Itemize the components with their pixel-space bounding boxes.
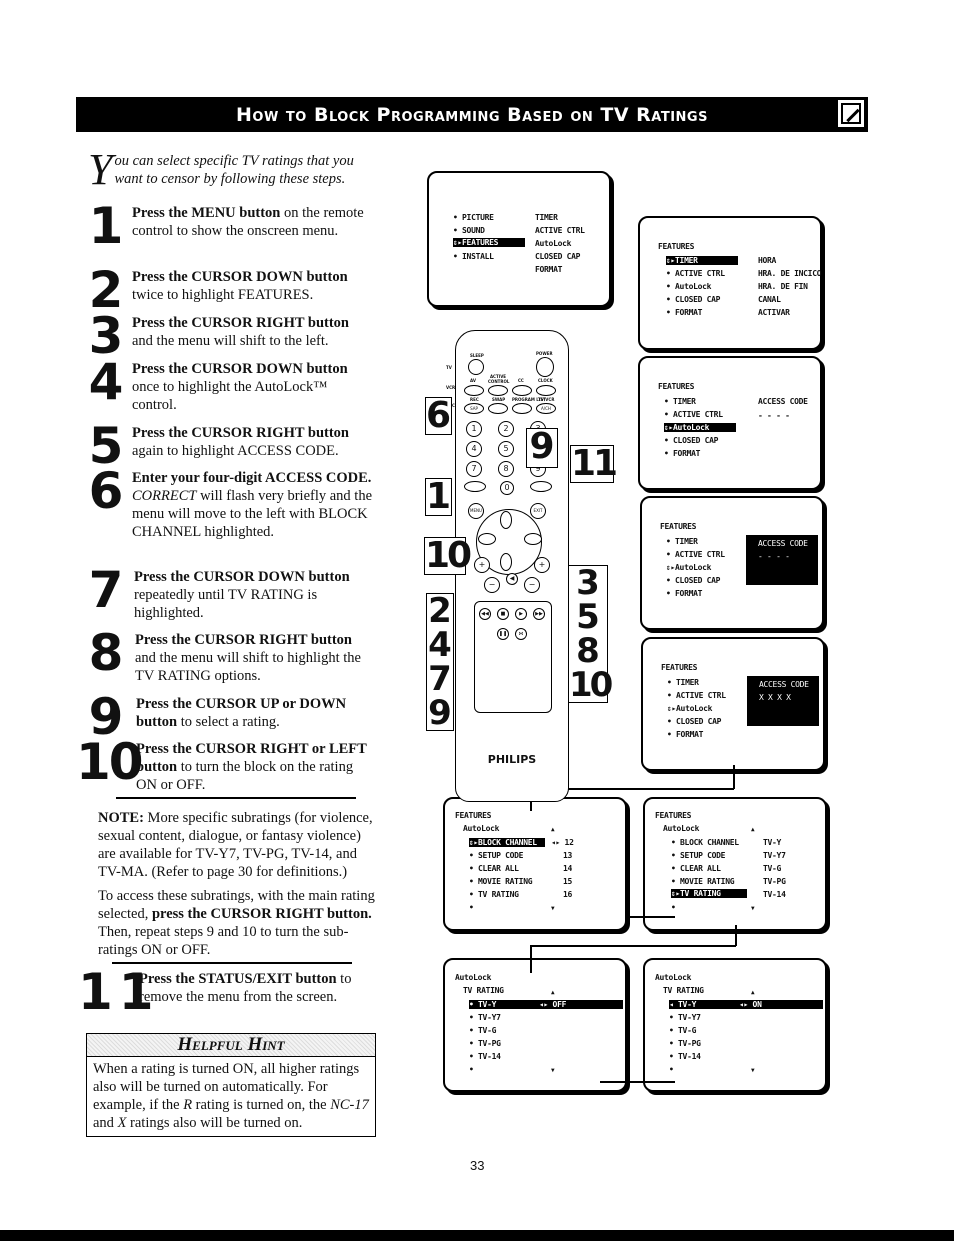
- access-code-box: ACCESS CODE - - - -: [746, 535, 818, 585]
- step-number: 8: [88, 624, 124, 682]
- channel-down-button[interactable]: −: [524, 577, 540, 593]
- av-button[interactable]: [464, 385, 484, 396]
- vcr-control-panel: ◀◀ ■ ▶ ▶▶ ❚❚ ⋈: [474, 601, 552, 713]
- connector-line: [733, 765, 735, 789]
- highlighted-item: ⇕▸FEATURES: [453, 238, 525, 247]
- menu-screen-access-code: FEATURES • TIMER • ACTIVE CTRL ⇕▸AutoLoc…: [640, 496, 824, 630]
- rating-state: ◂▸ ON: [739, 1000, 762, 1009]
- rewind-button[interactable]: ◀◀: [479, 608, 491, 620]
- digit-5-button[interactable]: 5: [498, 441, 514, 457]
- play-button[interactable]: ▶: [515, 608, 527, 620]
- highlighted-item: ⇕▸TIMER: [666, 256, 738, 265]
- step-number: 7: [88, 561, 124, 619]
- hint-title: Helpful Hint: [87, 1034, 375, 1057]
- step-number: 11: [78, 963, 160, 1021]
- stop-button[interactable]: ■: [497, 608, 509, 620]
- connector-line: [625, 916, 675, 918]
- callout-step: 6: [425, 395, 452, 436]
- callout-step: 1: [425, 476, 452, 517]
- cursor-up-button[interactable]: [500, 511, 512, 529]
- digit-4-button[interactable]: 4: [466, 441, 482, 457]
- highlighted-item: ◂ TV-Y ◂▸ ON: [669, 1000, 823, 1009]
- picture-button[interactable]: [530, 481, 552, 492]
- digit-7-button[interactable]: 7: [466, 461, 482, 477]
- page-title: How to Block Programming Based on TV Rat…: [236, 103, 708, 126]
- menu-screen-features-timer: FEATURES ⇕▸TIMER • ACTIVE CTRL • AutoLoc…: [638, 216, 822, 350]
- connector-line: [530, 945, 532, 973]
- page-number: 33: [470, 1158, 485, 1173]
- power-button[interactable]: [536, 357, 554, 377]
- digit-8-button[interactable]: 8: [498, 461, 514, 477]
- swap-button[interactable]: [488, 403, 508, 414]
- cursor-right-button[interactable]: [524, 533, 542, 545]
- scroll-down-arrow: ▼: [551, 905, 555, 912]
- connector-line: [735, 925, 737, 946]
- connector-line: [530, 945, 736, 947]
- highlighted-item: ⇕▸TV RATING: [671, 889, 747, 898]
- scroll-down-arrow: ▼: [751, 905, 755, 912]
- volume-down-button[interactable]: −: [484, 577, 500, 593]
- sleep-button[interactable]: [468, 359, 484, 375]
- digit-2-button[interactable]: 2: [498, 421, 514, 437]
- clock-button[interactable]: [536, 385, 556, 396]
- dropcap: Y: [88, 145, 113, 194]
- scroll-up-arrow: ▲: [751, 826, 755, 833]
- tv-pencil-icon: [837, 99, 865, 128]
- ach-button[interactable]: A/CH: [536, 403, 556, 414]
- pause-button[interactable]: ❚❚: [497, 628, 509, 640]
- active-control-button[interactable]: [488, 385, 508, 396]
- highlighted-item: ⇕▸AutoLock: [664, 423, 736, 432]
- callout-step: 9: [526, 428, 558, 468]
- menu-screen-tv-rating: FEATURES AutoLock ▲ • BLOCK CHANNEL • SE…: [643, 797, 827, 931]
- brand-logo: PHILIPS: [487, 753, 537, 766]
- mute-button[interactable]: ◀: [506, 573, 518, 585]
- callout-stack-left: 2479: [426, 593, 454, 731]
- menu-screen-rating-on: AutoLock TV RATING ▲ ◂ TV-Y ◂▸ ON • TV-Y7…: [643, 958, 827, 1092]
- callout-step: 10: [424, 535, 472, 576]
- fast-forward-button[interactable]: ▶▶: [533, 608, 545, 620]
- menu-screen-features-autolock: FEATURES • TIMER • ACTIVE CTRL ⇕▸AutoLoc…: [638, 356, 822, 490]
- cursor-down-button[interactable]: [500, 553, 512, 571]
- scroll-up-arrow: ▲: [551, 989, 555, 996]
- digit-1-button[interactable]: 1: [466, 421, 482, 437]
- scroll-up-arrow: ▲: [751, 989, 755, 996]
- note: NOTE: More specific subratings (for viol…: [98, 810, 375, 958]
- channel-up-button[interactable]: +: [534, 557, 550, 573]
- step-number: 6: [88, 462, 124, 520]
- sap-button[interactable]: SAP: [464, 403, 484, 414]
- menu-screen-rating-off: AutoLock TV RATING ▲ • TV-Y ◂▸ OFF • TV-Y…: [443, 958, 627, 1092]
- menu-screen-block-channel: FEATURES AutoLock ▲ ⇕▸BLOCK CHANNEL • SE…: [443, 797, 627, 931]
- rating-state: ◂▸ OFF: [539, 1000, 567, 1009]
- helpful-hint-box: Helpful Hint When a rating is turned ON,…: [86, 1033, 376, 1137]
- callout-stack-right: 3 5 8 10: [568, 563, 613, 705]
- scroll-up-arrow: ▲: [551, 826, 555, 833]
- cc-button[interactable]: [512, 385, 532, 396]
- remote-control: SLEEP POWER TV VCR ACC AV ACTIVE CONTROL…: [446, 330, 569, 802]
- menu-button[interactable]: MENU: [468, 503, 484, 519]
- scroll-down-arrow: ▼: [551, 1067, 555, 1074]
- digit-0-button[interactable]: 0: [500, 481, 514, 495]
- intro-text: You can select specific TV ratings that …: [88, 145, 354, 194]
- hint-body: When a rating is turned ON, all higher r…: [93, 1061, 369, 1131]
- cursor-left-button[interactable]: [478, 533, 496, 545]
- access-code-box: ACCESS CODE X X X X: [747, 676, 819, 726]
- callout-step: 11: [570, 443, 618, 484]
- divider: [116, 797, 356, 799]
- connector-line: [600, 1081, 675, 1083]
- step-number: 10: [76, 733, 144, 791]
- menu-screen-main: • PICTURE • SOUND ⇕▸FEATURES • INSTALL T…: [427, 171, 611, 307]
- record-button[interactable]: ⋈: [515, 628, 527, 640]
- scroll-down-arrow: ▼: [751, 1067, 755, 1074]
- page-title-bar: How to Block Programming Based on TV Rat…: [76, 97, 868, 132]
- exit-button[interactable]: EXIT: [530, 503, 546, 519]
- program-list-button[interactable]: [512, 403, 532, 414]
- step-number: 4: [88, 353, 124, 411]
- volume-up-button[interactable]: +: [474, 557, 490, 573]
- footer-bar: [0, 1230, 954, 1241]
- step-number: 1: [88, 197, 124, 255]
- sound-button[interactable]: [464, 481, 486, 492]
- highlighted-item: ⇕▸BLOCK CHANNEL: [469, 838, 545, 847]
- highlighted-item: • TV-Y ◂▸ OFF: [469, 1000, 623, 1009]
- menu-screen-access-code-entered: FEATURES • TIMER • ACTIVE CTRL ⇕▸AutoLoc…: [641, 637, 825, 771]
